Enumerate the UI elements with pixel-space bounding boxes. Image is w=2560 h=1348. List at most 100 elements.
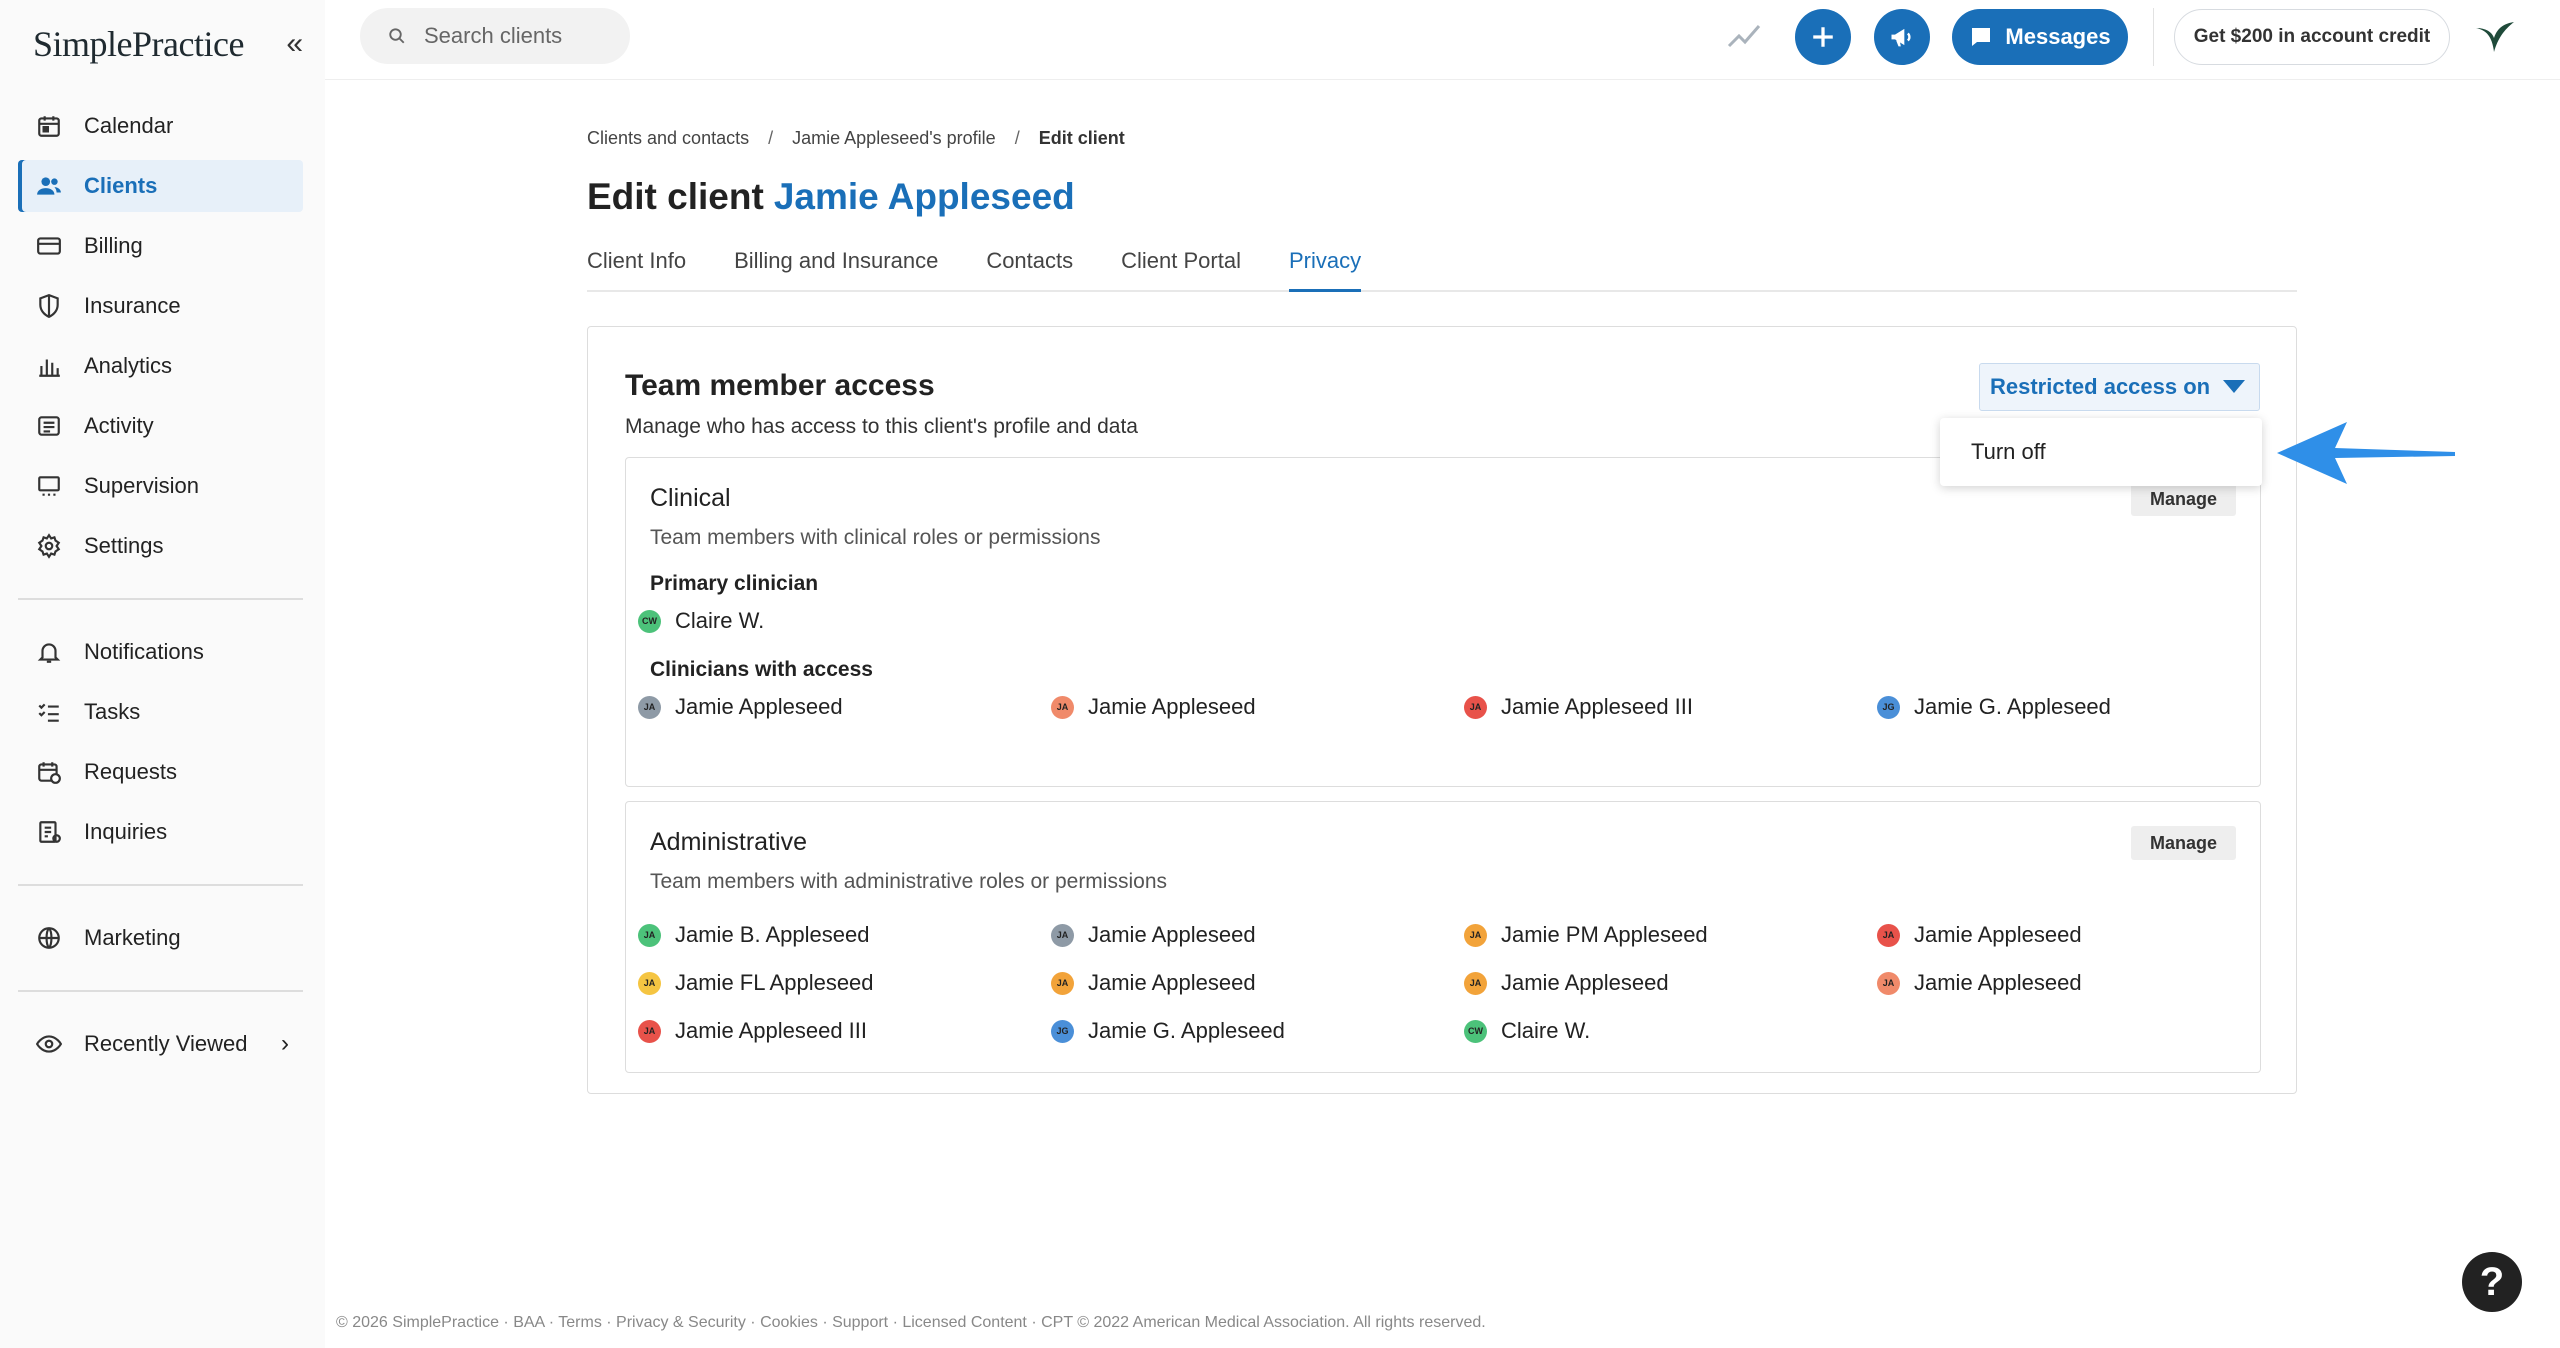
clinical-section: Clinical Team members with clinical role… bbox=[625, 457, 2261, 787]
sidebar-item-label: Analytics bbox=[84, 353, 173, 378]
breadcrumb-clients[interactable]: Clients and contacts bbox=[587, 128, 749, 148]
restricted-access-dropdown[interactable]: Restricted access on bbox=[1979, 363, 2260, 411]
users-icon bbox=[37, 177, 61, 195]
sidebar-item-label: Requests bbox=[84, 759, 177, 784]
admin-member[interactable]: CW Claire W. bbox=[1452, 1018, 1590, 1044]
admin-member[interactable]: JG Jamie G. Appleseed bbox=[1039, 1018, 1285, 1044]
list-icon bbox=[38, 416, 60, 436]
member-name: Jamie Appleseed bbox=[1914, 970, 2082, 995]
member-name: Claire W. bbox=[675, 608, 765, 633]
caret-down-icon bbox=[2223, 380, 2245, 393]
administrative-heading: Administrative bbox=[650, 828, 807, 856]
breadcrumb-profile[interactable]: Jamie Appleseed's profile bbox=[792, 128, 996, 148]
admin-member[interactable]: JA Jamie FL Appleseed bbox=[626, 970, 874, 996]
sidebar-item-label: Activity bbox=[84, 413, 154, 438]
avatar: JA bbox=[1464, 695, 1487, 719]
member-name: Claire W. bbox=[1501, 1018, 1591, 1043]
sidebar-item-recently-viewed[interactable]: Recently Viewed › bbox=[18, 1018, 303, 1070]
chat-icon bbox=[1972, 28, 1991, 46]
help-button[interactable]: ? bbox=[2462, 1252, 2522, 1312]
clinician-item[interactable]: JA Jamie Appleseed III bbox=[1452, 694, 1693, 720]
clinicians-with-access-label: Clinicians with access bbox=[650, 658, 873, 681]
team-access-heading: Team member access bbox=[625, 369, 935, 402]
topbar-divider bbox=[2153, 8, 2154, 66]
member-name: Jamie G. Appleseed bbox=[1914, 694, 2111, 719]
sidebar-item-inquiries[interactable]: Inquiries bbox=[18, 806, 303, 858]
tab-privacy[interactable]: Privacy bbox=[1288, 248, 1362, 292]
sidebar-nav: Calendar Clients Billing Insurance Analy… bbox=[18, 100, 303, 1078]
search-box[interactable] bbox=[360, 8, 630, 64]
avatar: JA bbox=[1051, 971, 1074, 995]
sidebar-item-clients[interactable]: Clients bbox=[18, 160, 303, 212]
sidebar-item-tasks[interactable]: Tasks bbox=[18, 686, 303, 738]
simplepractice-logo[interactable]: SimplePractice bbox=[33, 23, 244, 65]
sidebar-item-calendar[interactable]: Calendar bbox=[18, 100, 303, 152]
sidebar-divider bbox=[18, 884, 303, 886]
breadcrumb-separator: / bbox=[768, 128, 774, 148]
clinician-item[interactable]: JG Jamie G. Appleseed bbox=[1865, 694, 2111, 720]
sidebar-item-insurance[interactable]: Insurance bbox=[18, 280, 303, 332]
tab-contacts[interactable]: Contacts bbox=[986, 248, 1073, 292]
brand-mark-icon[interactable] bbox=[2472, 14, 2518, 60]
admin-member[interactable]: JA Jamie Appleseed III bbox=[626, 1018, 867, 1044]
avatar: JA bbox=[1877, 971, 1900, 995]
member-name: Jamie Appleseed III bbox=[1501, 694, 1694, 719]
avatar: JG bbox=[1877, 695, 1900, 719]
admin-member[interactable]: JA Jamie Appleseed bbox=[1039, 922, 1256, 948]
eye-icon bbox=[36, 1035, 62, 1053]
administrative-manage-button[interactable]: Manage bbox=[2131, 826, 2236, 860]
collapse-sidebar-icon[interactable]: « bbox=[286, 29, 303, 59]
sidebar-item-settings[interactable]: Settings bbox=[18, 520, 303, 572]
sidebar-item-label: Marketing bbox=[84, 925, 181, 950]
member-name: Jamie Appleseed bbox=[1088, 694, 1256, 719]
add-button[interactable] bbox=[1795, 9, 1851, 65]
admin-member[interactable]: JA Jamie Appleseed bbox=[1039, 970, 1256, 996]
member-name: Jamie Appleseed bbox=[1501, 970, 1669, 995]
breadcrumb-current: Edit client bbox=[1038, 128, 1125, 148]
sidebar-item-label: Settings bbox=[84, 533, 164, 558]
avatar: CW bbox=[1464, 1019, 1487, 1043]
shield-icon bbox=[39, 294, 59, 319]
plus-icon bbox=[1813, 27, 1833, 47]
pointer-arrow-icon bbox=[2277, 422, 2455, 484]
inquiry-icon bbox=[39, 821, 61, 843]
tab-billing-insurance[interactable]: Billing and Insurance bbox=[734, 248, 938, 292]
account-credit-button[interactable]: Get $200 in account credit bbox=[2174, 9, 2450, 65]
sidebar-item-label: Clients bbox=[84, 173, 158, 198]
trend-icon[interactable] bbox=[1727, 20, 1761, 50]
search-input[interactable] bbox=[424, 23, 614, 49]
sidebar-item-notifications[interactable]: Notifications bbox=[18, 626, 303, 678]
clinical-manage-button[interactable]: Manage bbox=[2131, 482, 2236, 516]
sidebar: SimplePractice « Calendar Clients Billin… bbox=[0, 0, 325, 1348]
chevron-right-icon: › bbox=[281, 1030, 289, 1057]
admin-member[interactable]: JA Jamie Appleseed bbox=[1452, 970, 1669, 996]
sidebar-item-activity[interactable]: Activity bbox=[18, 400, 303, 452]
member-name: Jamie FL Appleseed bbox=[675, 970, 874, 995]
bar-chart-icon bbox=[39, 359, 60, 377]
checklist-icon bbox=[38, 703, 59, 722]
sidebar-item-supervision[interactable]: Supervision bbox=[18, 460, 303, 512]
sidebar-item-analytics[interactable]: Analytics bbox=[18, 340, 303, 392]
primary-clinician[interactable]: CW Claire W. bbox=[626, 608, 764, 634]
sidebar-item-requests[interactable]: Requests bbox=[18, 746, 303, 798]
administrative-section: Administrative Team members with adminis… bbox=[625, 801, 2261, 1073]
page-title: Edit client Jamie Appleseed bbox=[587, 176, 1075, 218]
sidebar-divider bbox=[18, 990, 303, 992]
admin-member[interactable]: JA Jamie B. Appleseed bbox=[626, 922, 869, 948]
admin-member[interactable]: JA Jamie Appleseed bbox=[1865, 922, 2082, 948]
sidebar-item-marketing[interactable]: Marketing bbox=[18, 912, 303, 964]
admin-member[interactable]: JA Jamie PM Appleseed bbox=[1452, 922, 1708, 948]
turn-off-option[interactable]: Turn off bbox=[1940, 418, 2262, 486]
sidebar-item-billing[interactable]: Billing bbox=[18, 220, 303, 272]
admin-member[interactable]: JA Jamie Appleseed bbox=[1865, 970, 2082, 996]
clinician-item[interactable]: JA Jamie Appleseed bbox=[1039, 694, 1256, 720]
top-bar: Messages Get $200 in account credit bbox=[325, 0, 2560, 80]
tab-bar: Client Info Billing and Insurance Contac… bbox=[587, 248, 2297, 292]
tab-client-portal[interactable]: Client Portal bbox=[1121, 248, 1241, 292]
messages-button[interactable]: Messages bbox=[1952, 9, 2128, 65]
member-name: Jamie Appleseed bbox=[675, 694, 843, 719]
clinician-item[interactable]: JA Jamie Appleseed bbox=[626, 694, 843, 720]
announcements-button[interactable] bbox=[1874, 9, 1930, 65]
member-name: Jamie Appleseed bbox=[1088, 970, 1256, 995]
tab-client-info[interactable]: Client Info bbox=[587, 248, 686, 292]
